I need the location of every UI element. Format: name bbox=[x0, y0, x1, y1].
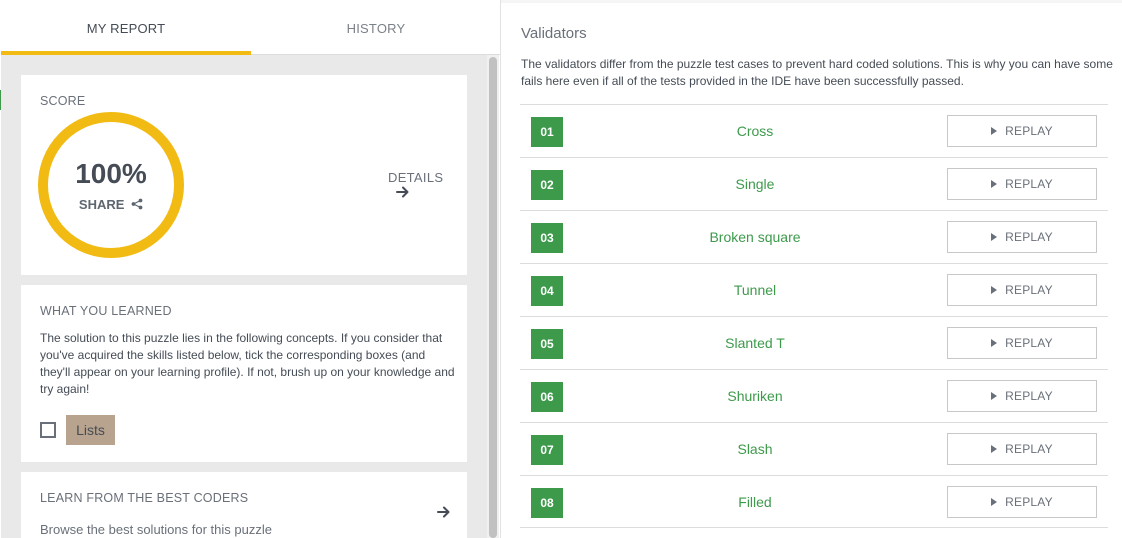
share-icon bbox=[131, 198, 143, 210]
tab-history[interactable]: HISTORY bbox=[251, 5, 501, 55]
replay-button[interactable]: REPLAY bbox=[947, 221, 1097, 253]
best-coders-card[interactable]: LEARN FROM THE BEST CODERS Browse the be… bbox=[21, 472, 467, 538]
learned-description: The solution to this puzzle lies in the … bbox=[40, 331, 455, 396]
best-coders-title: LEARN FROM THE BEST CODERS bbox=[40, 491, 249, 505]
validator-name: Filled bbox=[738, 494, 772, 510]
replay-label: REPLAY bbox=[1005, 336, 1053, 350]
play-icon bbox=[991, 445, 998, 453]
scrollbar-thumb[interactable] bbox=[489, 57, 497, 538]
top-divider bbox=[501, 0, 1122, 3]
play-icon bbox=[991, 339, 998, 347]
validators-list: 01 Cross REPLAY 02 Single REPLAY 03 Brok… bbox=[520, 104, 1108, 528]
validator-name: Cross bbox=[736, 123, 774, 139]
score-ring: 100% SHARE bbox=[38, 112, 184, 258]
learned-card: WHAT YOU LEARNED The solution to this pu… bbox=[21, 285, 467, 462]
report-panel: MY REPORT HISTORY SCORE 100% SHARE DETAI… bbox=[0, 0, 501, 538]
replay-button[interactable]: REPLAY bbox=[947, 486, 1097, 518]
replay-button[interactable]: REPLAY bbox=[947, 274, 1097, 306]
score-percent: 100% bbox=[75, 158, 147, 189]
details-label: DETAILS bbox=[388, 170, 444, 185]
validator-number: 02 bbox=[531, 170, 563, 200]
validator-number: 07 bbox=[531, 435, 563, 465]
validator-row: 06 Shuriken REPLAY bbox=[520, 369, 1108, 422]
validator-row: 02 Single REPLAY bbox=[520, 157, 1108, 210]
best-coders-description: Browse the best solutions for this puzzl… bbox=[40, 522, 272, 537]
validator-number: 05 bbox=[531, 329, 563, 359]
validator-name: Single bbox=[735, 176, 775, 192]
replay-button[interactable]: REPLAY bbox=[947, 433, 1097, 465]
validator-number: 04 bbox=[531, 276, 563, 306]
report-tabs: MY REPORT HISTORY bbox=[1, 5, 500, 55]
play-icon bbox=[991, 180, 998, 188]
play-icon bbox=[991, 233, 998, 241]
validators-title: Validators bbox=[521, 25, 587, 42]
replay-button[interactable]: REPLAY bbox=[947, 115, 1097, 147]
validator-row: 08 Filled REPLAY bbox=[520, 475, 1108, 528]
validator-row: 01 Cross REPLAY bbox=[520, 104, 1108, 157]
play-icon bbox=[991, 286, 998, 294]
share-label: SHARE bbox=[78, 197, 125, 212]
replay-button[interactable]: REPLAY bbox=[947, 168, 1097, 200]
validator-row: 05 Slanted T REPLAY bbox=[520, 316, 1108, 369]
validator-name: Slanted T bbox=[725, 335, 785, 351]
share-button[interactable]: SHARE bbox=[48, 197, 174, 212]
replay-label: REPLAY bbox=[1005, 124, 1053, 138]
validator-row: 07 Slash REPLAY bbox=[520, 422, 1108, 475]
arrow-right-icon[interactable] bbox=[437, 505, 451, 519]
concept-checkbox[interactable] bbox=[40, 422, 56, 438]
replay-label: REPLAY bbox=[1005, 389, 1053, 403]
replay-label: REPLAY bbox=[1005, 177, 1053, 191]
tab-my-report[interactable]: MY REPORT bbox=[1, 5, 251, 55]
validator-number: 03 bbox=[531, 223, 563, 253]
score-card: SCORE 100% SHARE DETAILS bbox=[21, 75, 467, 275]
validator-name: Slash bbox=[737, 441, 773, 457]
play-icon bbox=[991, 498, 998, 506]
validator-row: 03 Broken square REPLAY bbox=[520, 210, 1108, 263]
validator-number: 01 bbox=[531, 117, 563, 147]
validator-name: Broken square bbox=[709, 229, 801, 245]
validator-name: Tunnel bbox=[733, 282, 777, 298]
validators-description: The validators differ from the puzzle te… bbox=[521, 57, 1113, 88]
replay-label: REPLAY bbox=[1005, 495, 1053, 509]
validator-number: 08 bbox=[531, 488, 563, 518]
validators-panel: Validators The validators differ from th… bbox=[501, 0, 1122, 538]
replay-button[interactable]: REPLAY bbox=[947, 380, 1097, 412]
validator-row: 04 Tunnel REPLAY bbox=[520, 263, 1108, 316]
play-icon bbox=[991, 127, 998, 135]
replay-label: REPLAY bbox=[1005, 283, 1053, 297]
report-scroll-area: SCORE 100% SHARE DETAILS WHAT YOU LEARNE… bbox=[1, 55, 499, 538]
arrow-right-icon bbox=[396, 186, 409, 198]
validator-name: Shuriken bbox=[727, 388, 783, 404]
validator-number: 06 bbox=[531, 382, 563, 412]
details-link[interactable]: DETAILS bbox=[388, 170, 467, 200]
replay-label: REPLAY bbox=[1005, 442, 1053, 456]
play-icon bbox=[991, 392, 998, 400]
score-title: SCORE bbox=[40, 94, 86, 108]
learned-title: WHAT YOU LEARNED bbox=[40, 304, 172, 318]
concept-tag: Lists bbox=[66, 415, 115, 445]
replay-label: REPLAY bbox=[1005, 230, 1053, 244]
replay-button[interactable]: REPLAY bbox=[947, 327, 1097, 359]
